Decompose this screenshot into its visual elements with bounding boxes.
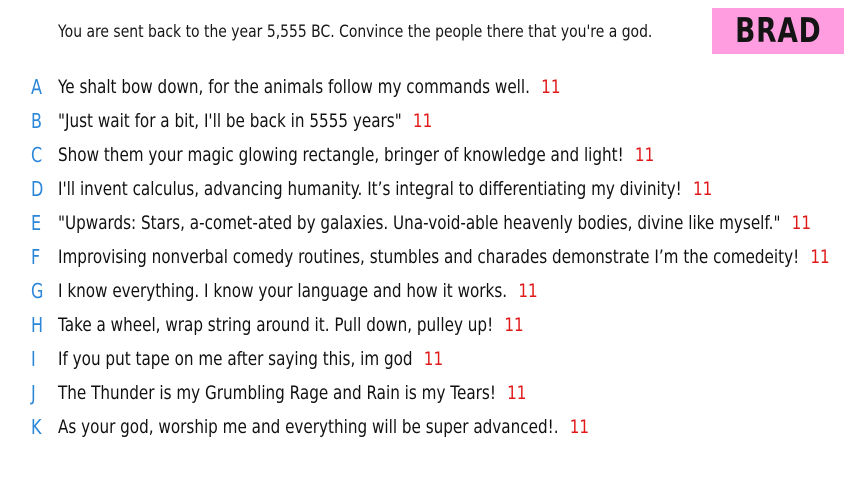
answer-score: 11 bbox=[541, 76, 561, 98]
answer-letter: K bbox=[31, 415, 42, 439]
answer-text: "Just wait for a bit, I'll be back in 55… bbox=[58, 110, 402, 132]
answer-letter: J bbox=[31, 381, 36, 405]
answer-letter: B bbox=[31, 109, 42, 133]
answer-letter: A bbox=[31, 75, 42, 99]
answer-content: Take a wheel, wrap string around it. Pul… bbox=[58, 308, 524, 342]
answer-row-e: E "Upwards: Stars, a-comet-ated by galax… bbox=[0, 206, 853, 240]
prompt-text: You are sent back to the year 5,555 BC. … bbox=[58, 22, 653, 42]
answer-row-a: A Ye shalt bow down, for the animals fol… bbox=[0, 70, 853, 104]
answer-content: If you put tape on me after saying this,… bbox=[58, 342, 443, 376]
answer-content: "Upwards: Stars, a-comet-ated by galaxie… bbox=[58, 206, 811, 240]
answer-content: I know everything. I know your language … bbox=[58, 274, 538, 308]
answer-text: Show them your magic glowing rectangle, … bbox=[58, 144, 624, 166]
answer-text: I'll invent calculus, advancing humanity… bbox=[58, 178, 682, 200]
answer-score: 11 bbox=[412, 110, 433, 132]
answer-text: The Thunder is my Grumbling Rage and Rai… bbox=[58, 382, 496, 404]
answer-text: As your god, worship me and everything w… bbox=[58, 416, 559, 438]
answer-text: Improvising nonverbal comedy routines, s… bbox=[58, 246, 800, 268]
answer-score: 11 bbox=[569, 416, 590, 438]
answer-row-c: C Show them your magic glowing rectangle… bbox=[0, 138, 853, 172]
answer-content: The Thunder is my Grumbling Rage and Rai… bbox=[58, 376, 526, 410]
answer-content: As your god, worship me and everything w… bbox=[58, 410, 589, 444]
answer-score: 11 bbox=[423, 348, 444, 370]
answer-text: I know everything. I know your language … bbox=[58, 280, 508, 302]
answer-text: Ye shalt bow down, for the animals follo… bbox=[58, 76, 530, 98]
answer-row-h: H Take a wheel, wrap string around it. P… bbox=[0, 308, 853, 342]
player-badge: BRAD bbox=[712, 8, 844, 54]
answer-letter: I bbox=[31, 347, 36, 371]
answer-score: 11 bbox=[810, 246, 830, 268]
answer-content: I'll invent calculus, advancing humanity… bbox=[58, 172, 712, 206]
answer-row-f: F Improvising nonverbal comedy routines,… bbox=[0, 240, 853, 274]
answer-row-g: G I know everything. I know your languag… bbox=[0, 274, 853, 308]
answer-letter: E bbox=[31, 211, 42, 235]
answer-score: 11 bbox=[791, 212, 812, 234]
answer-score: 11 bbox=[518, 280, 538, 302]
answer-row-b: B "Just wait for a bit, I'll be back in … bbox=[0, 104, 853, 138]
answer-row-k: K As your god, worship me and everything… bbox=[0, 410, 853, 444]
answer-score: 11 bbox=[504, 314, 524, 336]
answer-content: Show them your magic glowing rectangle, … bbox=[58, 138, 654, 172]
answer-score: 11 bbox=[507, 382, 527, 404]
player-name: BRAD bbox=[734, 11, 822, 51]
answer-row-j: J The Thunder is my Grumbling Rage and R… bbox=[0, 376, 853, 410]
answer-score: 11 bbox=[634, 144, 655, 166]
answer-row-i: I If you put tape on me after saying thi… bbox=[0, 342, 853, 376]
answer-letter: D bbox=[31, 177, 44, 201]
answer-score: 11 bbox=[692, 178, 713, 200]
answer-row-d: D I'll invent calculus, advancing humani… bbox=[0, 172, 853, 206]
answer-text: If you put tape on me after saying this,… bbox=[58, 348, 413, 370]
answer-text: "Upwards: Stars, a-comet-ated by galaxie… bbox=[58, 212, 781, 234]
answer-letter: F bbox=[31, 245, 41, 269]
answer-content: Improvising nonverbal comedy routines, s… bbox=[58, 240, 830, 274]
answer-letter: C bbox=[31, 143, 43, 167]
answer-letter: G bbox=[31, 279, 44, 303]
answer-list: A Ye shalt bow down, for the animals fol… bbox=[0, 70, 853, 444]
answer-letter: H bbox=[31, 313, 44, 337]
answer-text: Take a wheel, wrap string around it. Pul… bbox=[58, 314, 494, 336]
answer-content: "Just wait for a bit, I'll be back in 55… bbox=[58, 104, 432, 138]
answer-content: Ye shalt bow down, for the animals follo… bbox=[58, 70, 561, 104]
